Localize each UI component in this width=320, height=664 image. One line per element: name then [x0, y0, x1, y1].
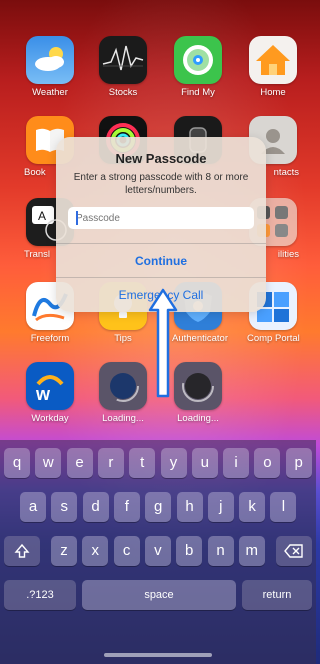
text-cursor	[76, 211, 78, 225]
app-label: Workday	[31, 413, 69, 424]
passcode-field-wrapper[interactable]	[68, 207, 254, 229]
app-label: Home	[260, 87, 286, 98]
app-label: Tips	[114, 333, 132, 344]
key-o[interactable]: o	[254, 448, 281, 478]
key-t[interactable]: t	[129, 448, 156, 478]
passcode-input[interactable]	[68, 207, 254, 229]
svg-text:A: A	[38, 209, 46, 223]
key-q[interactable]: q	[4, 448, 30, 478]
app-label: Stocks	[108, 87, 138, 98]
key-n[interactable]: n	[207, 536, 234, 566]
app-label: Authenticator	[172, 333, 228, 344]
shift-icon	[14, 544, 30, 558]
key-e[interactable]: e	[66, 448, 93, 478]
app-label: Comp Portal	[247, 333, 300, 344]
app-workday[interactable]: w Workday	[24, 362, 76, 424]
home-indicator[interactable]	[104, 653, 212, 657]
dialog-message: Enter a strong passcode with 8 or more l…	[73, 172, 249, 196]
key-k[interactable]: k	[239, 492, 266, 522]
key-u[interactable]: u	[191, 448, 218, 478]
new-passcode-dialog: New Passcode Enter a strong passcode wit…	[56, 137, 266, 312]
app-weather[interactable]: Weather	[24, 36, 76, 98]
app-loading-1[interactable]: Loading...	[97, 362, 149, 424]
key-z[interactable]: z	[51, 536, 77, 566]
stocks-icon	[99, 36, 147, 84]
key-l[interactable]: l	[270, 492, 297, 522]
continue-button[interactable]: Continue	[56, 243, 266, 279]
app-stocks[interactable]: Stocks	[97, 36, 149, 98]
key-x[interactable]: x	[82, 536, 109, 566]
key-h[interactable]: h	[176, 492, 203, 522]
return-key[interactable]: return	[242, 580, 312, 610]
key-a[interactable]: a	[20, 492, 46, 522]
space-key[interactable]: space	[82, 580, 236, 610]
home-icon	[249, 36, 297, 84]
key-i[interactable]: i	[223, 448, 250, 478]
app-label: Loading...	[102, 413, 144, 424]
key-j[interactable]: j	[207, 492, 234, 522]
key-p[interactable]: p	[285, 448, 312, 478]
app-label: Freeform	[30, 333, 70, 344]
weather-icon	[26, 36, 74, 84]
svg-text:w: w	[35, 384, 51, 404]
key-b[interactable]: b	[176, 536, 203, 566]
app-find-my[interactable]: Find My	[172, 36, 224, 98]
key-g[interactable]: g	[145, 492, 172, 522]
key-m[interactable]: m	[238, 536, 265, 566]
loading-app-icon	[99, 362, 147, 410]
key-d[interactable]: d	[82, 492, 109, 522]
key-f[interactable]: f	[113, 492, 140, 522]
shift-key[interactable]	[4, 536, 40, 566]
app-label: Weather	[32, 87, 68, 98]
key-r[interactable]: r	[97, 448, 124, 478]
delete-key[interactable]	[276, 536, 312, 566]
app-label: Loading...	[177, 413, 219, 424]
loading-app-icon	[174, 362, 222, 410]
key-y[interactable]: y	[160, 448, 187, 478]
app-loading-2[interactable]: Loading...	[172, 362, 224, 424]
key-s[interactable]: s	[51, 492, 78, 522]
delete-icon	[284, 544, 303, 558]
key-v[interactable]: v	[144, 536, 171, 566]
key-c[interactable]: c	[113, 536, 140, 566]
numbers-key[interactable]: .?123	[4, 580, 76, 610]
find-my-icon	[174, 36, 222, 84]
up-arrow-annotation	[148, 288, 178, 398]
key-w[interactable]: w	[35, 448, 62, 478]
app-label: Find My	[181, 87, 215, 98]
app-home[interactable]: Home	[247, 36, 299, 98]
workday-icon: w	[26, 362, 74, 410]
dialog-title: New Passcode	[115, 151, 207, 166]
